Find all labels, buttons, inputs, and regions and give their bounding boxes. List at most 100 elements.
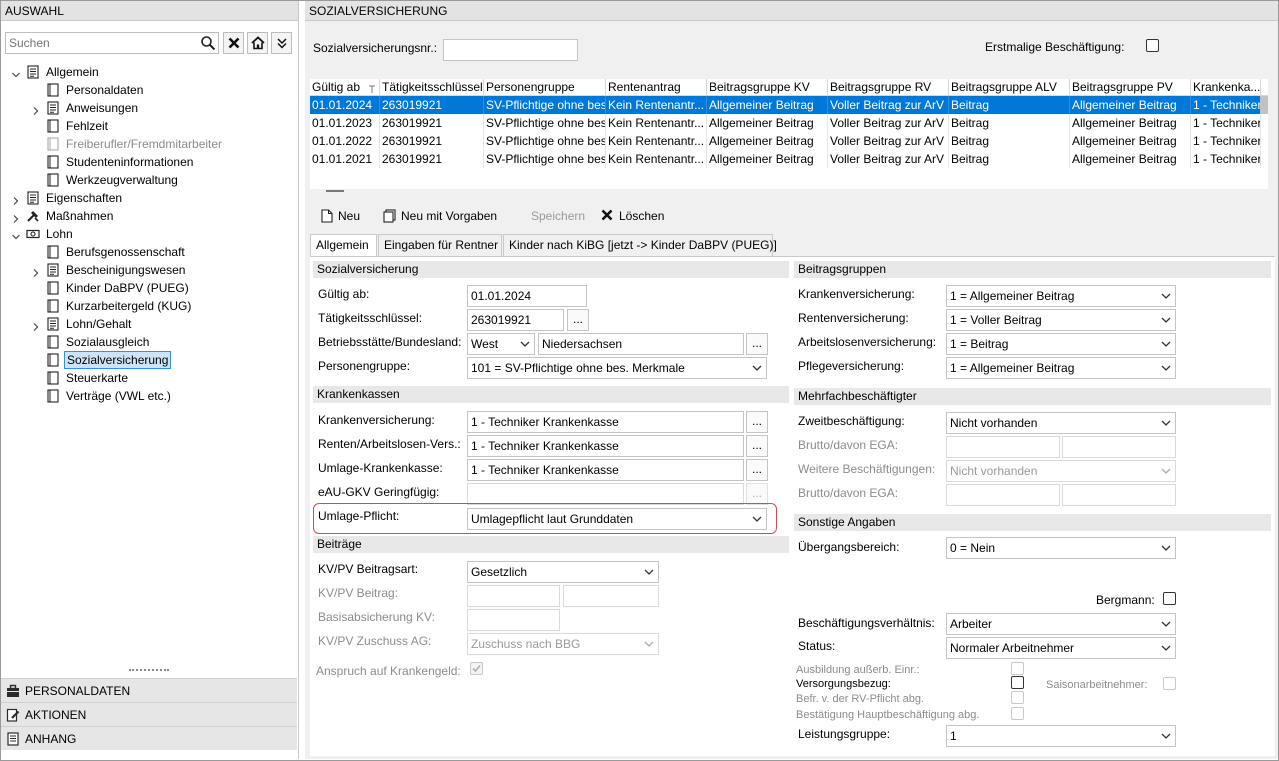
betrieb-region-select[interactable]: West <box>467 333 535 355</box>
grid-column-header[interactable]: Rentenantrag <box>606 79 707 96</box>
versorgung-checkbox[interactable] <box>1011 676 1024 689</box>
chevron-down-icon[interactable] <box>11 229 21 240</box>
tree-item[interactable]: Anweisungen <box>1 99 299 117</box>
grid-column-header[interactable]: Beitragsgruppe ALV <box>949 79 1070 96</box>
beitragsart-select[interactable]: Gesetzlich <box>467 561 659 583</box>
grid-column-header[interactable]: Gültig ab <box>310 79 380 96</box>
taetigkeit-input[interactable]: 263019921 <box>467 309 564 331</box>
table-row[interactable]: 01.01.2022 263019921 SV-Pflichtige ohne be… <box>310 132 1261 150</box>
uebergang-select[interactable]: 0 = Nein <box>946 537 1176 559</box>
basis-input[interactable] <box>467 609 560 631</box>
new-with-defaults-button[interactable]: Neu mit Vorgaben <box>383 206 497 226</box>
tree-item[interactable]: Kinder DaBPV (PUEG) <box>1 279 299 297</box>
grid-column-header[interactable]: Personengruppe <box>484 79 606 96</box>
kk-rv-input[interactable]: 1 - Techniker Krankenkasse <box>467 435 744 457</box>
tree-item[interactable]: Lohn/Gehalt <box>1 315 299 333</box>
grid-column-header[interactable]: Beitragsgruppe PV <box>1070 79 1191 96</box>
tree-item[interactable]: Verträge (VWL etc.) <box>1 387 299 405</box>
tree-item[interactable]: Studenteninformationen <box>1 153 299 171</box>
tab-allgemein[interactable]: Allgemein <box>310 234 377 257</box>
collapse-all-button[interactable] <box>271 32 292 54</box>
umlage-kk-lookup-button[interactable]: ... <box>746 459 768 481</box>
betrieb-lookup-button[interactable]: ... <box>746 333 768 355</box>
kk-kv-lookup-button[interactable]: ... <box>746 411 768 433</box>
sort-filter-icon[interactable] <box>368 82 376 96</box>
search-icon[interactable] <box>200 35 216 51</box>
grid-resize-handle[interactable] <box>326 190 344 192</box>
tree-item[interactable]: Personaldaten <box>1 81 299 99</box>
chevron-down-icon[interactable] <box>11 67 21 78</box>
grid-scrollbar-thumb[interactable] <box>1260 96 1268 114</box>
clear-search-button[interactable] <box>223 32 244 54</box>
tree-item[interactable]: Bescheinigungswesen <box>1 261 299 279</box>
befreiung-checkbox[interactable] <box>1011 691 1024 704</box>
tree-item[interactable]: Werkzeugverwaltung <box>1 171 299 189</box>
personengruppe-select[interactable]: 101 = SV-Pflichtige ohne bes. Merkmale <box>467 357 767 379</box>
leistungsgruppe-select[interactable]: 1 <box>946 725 1176 747</box>
grid-column-header[interactable]: Tätigkeitsschlüssel <box>380 79 484 96</box>
search-box[interactable] <box>5 32 219 54</box>
table-row[interactable]: 01.01.2024 263019921 SV-Pflichtige ohne be… <box>310 96 1261 114</box>
home-button[interactable] <box>247 32 268 54</box>
grid-column-header[interactable]: Beitragsgruppe RV <box>828 79 949 96</box>
tree-item[interactable]: Sozialausgleich <box>1 333 299 351</box>
taetigkeit-lookup-button[interactable]: ... <box>567 309 589 331</box>
tree-item[interactable]: Allgemein <box>1 63 299 81</box>
splitter-grip[interactable] <box>129 669 169 673</box>
save-button[interactable]: Speichern <box>531 206 585 226</box>
grid-column-header[interactable]: Beitragsgruppe KV <box>707 79 828 96</box>
nav-aktionen[interactable]: AKTIONEN <box>1 702 297 726</box>
brutto2-input-2[interactable] <box>1062 484 1176 506</box>
nav-personaldaten[interactable]: PERSONALDATEN <box>1 678 297 702</box>
search-input[interactable] <box>6 33 196 53</box>
tree-item[interactable]: Freiberufler/Fremdmitarbeiter <box>1 135 299 153</box>
tree-item[interactable]: Kurzarbeitergeld (KUG) <box>1 297 299 315</box>
beitrag-input-1[interactable] <box>467 585 560 607</box>
kk-rv-lookup-button[interactable]: ... <box>746 435 768 457</box>
bergmann-checkbox[interactable] <box>1163 592 1176 605</box>
kk-kv-input[interactable]: 1 - Techniker Krankenkasse <box>467 411 744 433</box>
bg-rv-select[interactable]: 1 = Voller Beitrag <box>946 309 1176 331</box>
umlage-pflicht-select[interactable]: Umlagepflicht laut Grunddaten <box>467 508 767 530</box>
tree-item[interactable]: Sozialversicherung <box>1 351 299 369</box>
tree-item[interactable]: Steuerkarte <box>1 369 299 387</box>
brutto1-input-2[interactable] <box>1062 436 1176 458</box>
table-row[interactable]: 01.01.2023 263019921 SV-Pflichtige ohne be… <box>310 114 1261 132</box>
tree-item[interactable]: Lohn <box>1 225 299 243</box>
status-select[interactable]: Normaler Arbeitnehmer <box>946 637 1176 659</box>
bg-kv-select[interactable]: 1 = Allgemeiner Beitrag <box>946 285 1176 307</box>
grid-column-header[interactable]: Krankenka... <box>1191 79 1261 96</box>
bg-alv-select[interactable]: 1 = Beitrag <box>946 333 1176 355</box>
erstmalig-checkbox[interactable] <box>1146 39 1159 52</box>
tree-item[interactable]: Berufsgenossenschaft <box>1 243 299 261</box>
table-row[interactable]: 01.01.2021 263019921 SV-Pflichtige ohne be… <box>310 150 1261 168</box>
brutto1-input-1[interactable] <box>946 436 1060 458</box>
bestaetigung-checkbox[interactable] <box>1011 707 1024 720</box>
chevron-right-icon[interactable] <box>11 211 21 223</box>
new-button[interactable]: Neu <box>321 206 360 226</box>
svnr-input[interactable] <box>443 39 578 61</box>
umlage-kk-input[interactable]: 1 - Techniker Krankenkasse <box>467 459 744 481</box>
tree-item[interactable]: Maßnahmen <box>1 207 299 225</box>
chevron-right-icon[interactable] <box>11 193 21 205</box>
chevron-right-icon[interactable] <box>31 103 41 115</box>
tree-item[interactable]: Eigenschaften <box>1 189 299 207</box>
tab-eingaben-rentner[interactable]: Eingaben für Rentner <box>378 234 502 256</box>
eau-input[interactable] <box>467 483 744 505</box>
weitere-select[interactable]: Nicht vorhanden <box>946 460 1176 482</box>
tab-kinder-kibg[interactable]: Kinder nach KiBG [jetzt -> Kinder DaBPV … <box>503 234 777 256</box>
nav-anhang[interactable]: ANHANG <box>1 726 297 750</box>
chevron-right-icon[interactable] <box>31 319 41 331</box>
gueltig-input[interactable]: 01.01.2024 <box>467 285 587 307</box>
zweit-select[interactable]: Nicht vorhanden <box>946 412 1176 434</box>
anspruch-checkbox[interactable] <box>470 662 483 675</box>
zuschuss-select[interactable]: Zuschuss nach BBG <box>467 633 659 655</box>
beschaeftigung-select[interactable]: Arbeiter <box>946 613 1176 635</box>
eau-lookup-button[interactable]: ... <box>746 483 768 505</box>
chevron-right-icon[interactable] <box>31 265 41 277</box>
bg-pv-select[interactable]: 1 = Allgemeiner Beitrag <box>946 357 1176 379</box>
saison-checkbox[interactable] <box>1163 677 1176 690</box>
tree-item[interactable]: Fehlzeit <box>1 117 299 135</box>
betrieb-land-input[interactable]: Niedersachsen <box>538 333 744 355</box>
delete-button[interactable]: Löschen <box>601 206 664 226</box>
